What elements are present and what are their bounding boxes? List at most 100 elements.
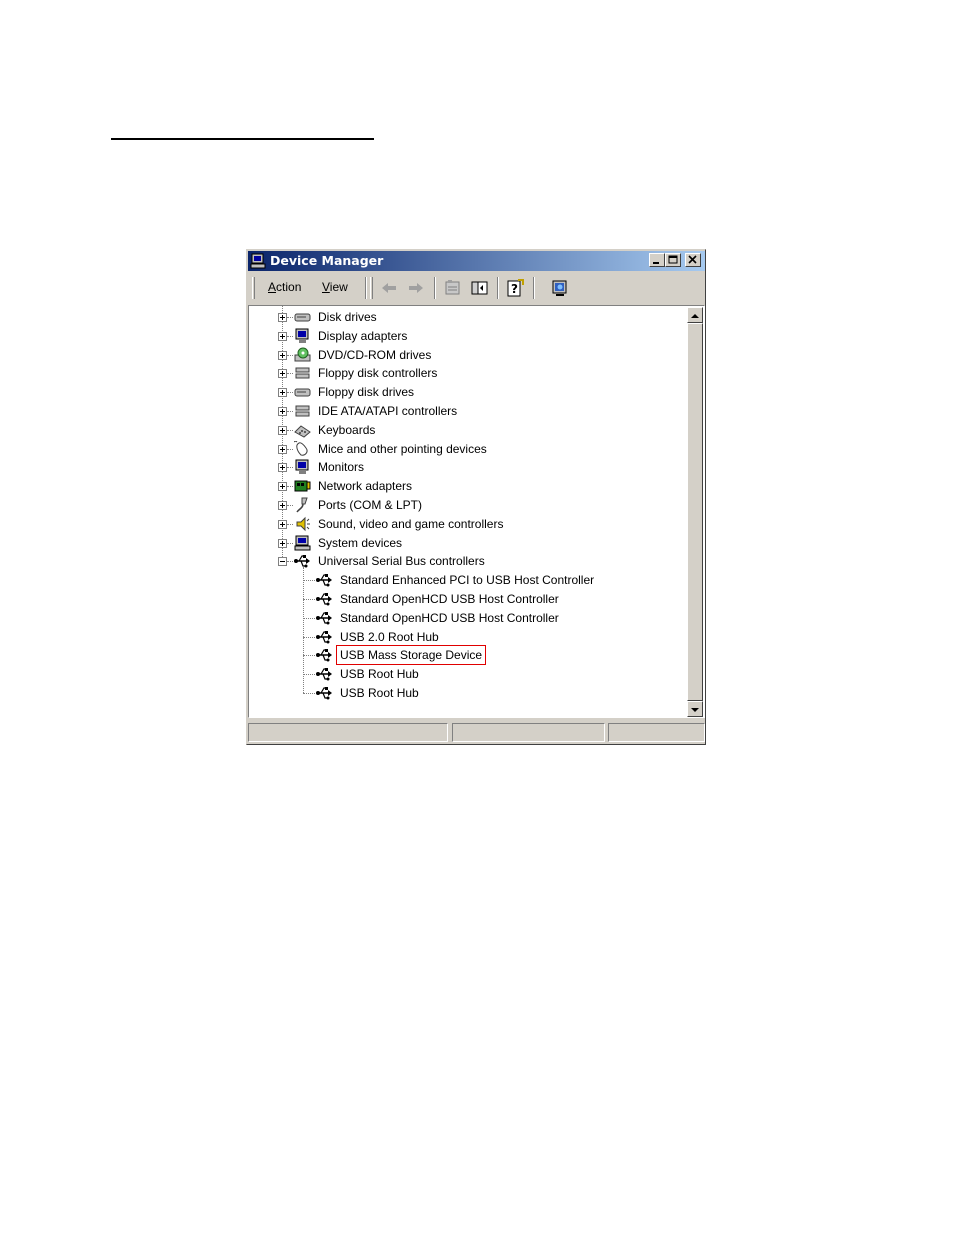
tree-category[interactable]: Display adapters: [249, 327, 685, 345]
toolbar-grip[interactable]: [370, 277, 373, 299]
tree-category-label: System devices: [318, 535, 403, 550]
tree-category[interactable]: Ports (COM & LPT): [249, 496, 685, 514]
close-button[interactable]: [685, 253, 701, 267]
tree-category-label: Keyboards: [318, 422, 376, 437]
expand-toggle[interactable]: [278, 519, 287, 529]
tree-connector: [303, 599, 315, 600]
tree-connector: [287, 317, 293, 318]
tree-category-label: Monitors: [318, 460, 365, 475]
expand-toggle[interactable]: [278, 425, 287, 435]
device-tree[interactable]: Disk drives Display adapters DVD/CD-ROM dr…: [248, 305, 705, 718]
tree-connector: [303, 674, 315, 676]
expand-toggle[interactable]: [278, 369, 287, 379]
toolbar-grip[interactable]: [252, 277, 255, 299]
expand-toggle[interactable]: [278, 538, 287, 548]
usb-icon: [316, 668, 332, 681]
tree-connector: [303, 693, 315, 694]
plus-icon: [280, 333, 285, 339]
expand-toggle[interactable]: [278, 313, 287, 322]
tree-category[interactable]: Mice and other pointing devices: [249, 440, 685, 458]
scroll-thumb[interactable]: [687, 323, 703, 701]
expand-toggle[interactable]: [278, 482, 287, 492]
menu-action[interactable]: Action: [268, 279, 301, 295]
minimize-icon: [653, 262, 659, 264]
scan-hardware-icon[interactable]: [550, 278, 570, 298]
tree-device-label: USB 2.0 Root Hub: [340, 629, 439, 644]
tree-device-label: Standard OpenHCD USB Host Controller: [340, 610, 559, 625]
heading-underline: [111, 138, 374, 140]
menu-view[interactable]: View: [322, 279, 348, 295]
properties-icon[interactable]: [442, 278, 462, 298]
tree-category[interactable]: Universal Serial Bus controllers: [249, 552, 685, 570]
plus-icon: [280, 390, 285, 396]
minus-icon: [280, 561, 285, 563]
tree-category[interactable]: Floppy disk drives: [249, 383, 685, 401]
back-arrow-icon[interactable]: [379, 278, 399, 298]
tree-device[interactable]: USB Root Hub: [249, 665, 685, 683]
tree-connector: [287, 523, 293, 525]
tree-category[interactable]: Keyboards: [249, 421, 685, 439]
vertical-scrollbar[interactable]: [687, 307, 703, 717]
tree-category[interactable]: IDE ATA/ATAPI controllers: [249, 402, 685, 420]
expand-toggle[interactable]: [278, 331, 287, 341]
tree-category[interactable]: Floppy disk controllers: [249, 364, 685, 382]
show-hide-tree-icon[interactable]: [469, 278, 489, 298]
tree-category-label: Sound, video and game controllers: [318, 516, 504, 531]
expand-toggle[interactable]: [278, 463, 287, 473]
help-icon[interactable]: ?: [505, 278, 525, 298]
collapse-toggle[interactable]: [278, 557, 287, 567]
mouse-icon: [294, 440, 308, 456]
tree-device[interactable]: Standard OpenHCD USB Host Controller: [249, 590, 685, 608]
tree-device[interactable]: USB Root Hub: [249, 684, 685, 702]
forward-arrow-icon[interactable]: [406, 278, 426, 298]
computer-icon: [250, 253, 266, 269]
tree-connector: [303, 655, 315, 657]
plus-icon: [280, 521, 285, 527]
tree-device[interactable]: Standard OpenHCD USB Host Controller: [249, 609, 685, 627]
expand-toggle[interactable]: [278, 407, 287, 416]
maximize-button[interactable]: [665, 253, 681, 267]
tree-device-label: USB Root Hub: [340, 667, 419, 682]
arrow-down-icon: [691, 708, 699, 712]
tree-device[interactable]: USB Mass Storage Device: [249, 645, 685, 666]
title-bar[interactable]: Device Manager: [248, 251, 705, 271]
tree-device-label: USB Root Hub: [340, 686, 419, 700]
tree-category[interactable]: Network adapters: [249, 477, 685, 495]
expand-toggle[interactable]: [278, 350, 287, 360]
usb-icon: [316, 687, 332, 700]
tree-category[interactable]: DVD/CD-ROM drives: [249, 346, 685, 364]
usb-icon: [316, 574, 332, 587]
keyboard-icon: [294, 425, 311, 438]
expand-toggle[interactable]: [278, 388, 287, 398]
expand-toggle[interactable]: [278, 444, 287, 454]
controller-icon: [295, 367, 310, 379]
tree-category-label: Universal Serial Bus controllers: [318, 554, 485, 569]
plus-icon: [280, 371, 285, 377]
tree-category[interactable]: System devices: [249, 534, 685, 552]
maximize-icon: [668, 255, 678, 264]
tree-connector: [303, 580, 315, 582]
tree-device-label: Standard Enhanced PCI to USB Host Contro…: [340, 573, 595, 588]
tree-connector: [287, 335, 293, 337]
plus-icon: [280, 446, 285, 452]
tree-category[interactable]: Monitors: [249, 458, 685, 476]
minimize-button[interactable]: [649, 253, 665, 267]
tree-connector: [287, 505, 293, 506]
usb-icon: [316, 649, 332, 662]
scroll-down-button[interactable]: [687, 701, 703, 717]
tree-category[interactable]: Sound, video and game controllers: [249, 515, 685, 533]
tree-device[interactable]: Standard Enhanced PCI to USB Host Contro…: [249, 571, 685, 589]
plus-icon: [280, 315, 285, 320]
device-manager-window: Device Manager Action View ? Disk drives…: [246, 249, 706, 745]
tree-connector: [287, 448, 293, 450]
usb-icon: [316, 593, 332, 606]
tree-category-label: DVD/CD-ROM drives: [318, 347, 432, 362]
expand-toggle[interactable]: [278, 501, 287, 510]
close-icon: [688, 255, 697, 264]
display-adapter-icon: [295, 328, 309, 343]
tree-category[interactable]: Disk drives: [249, 308, 685, 326]
scroll-up-button[interactable]: [687, 307, 703, 323]
tree-connector: [303, 567, 304, 693]
tree-device[interactable]: USB 2.0 Root Hub: [249, 628, 685, 646]
tree-connector: [303, 636, 315, 638]
